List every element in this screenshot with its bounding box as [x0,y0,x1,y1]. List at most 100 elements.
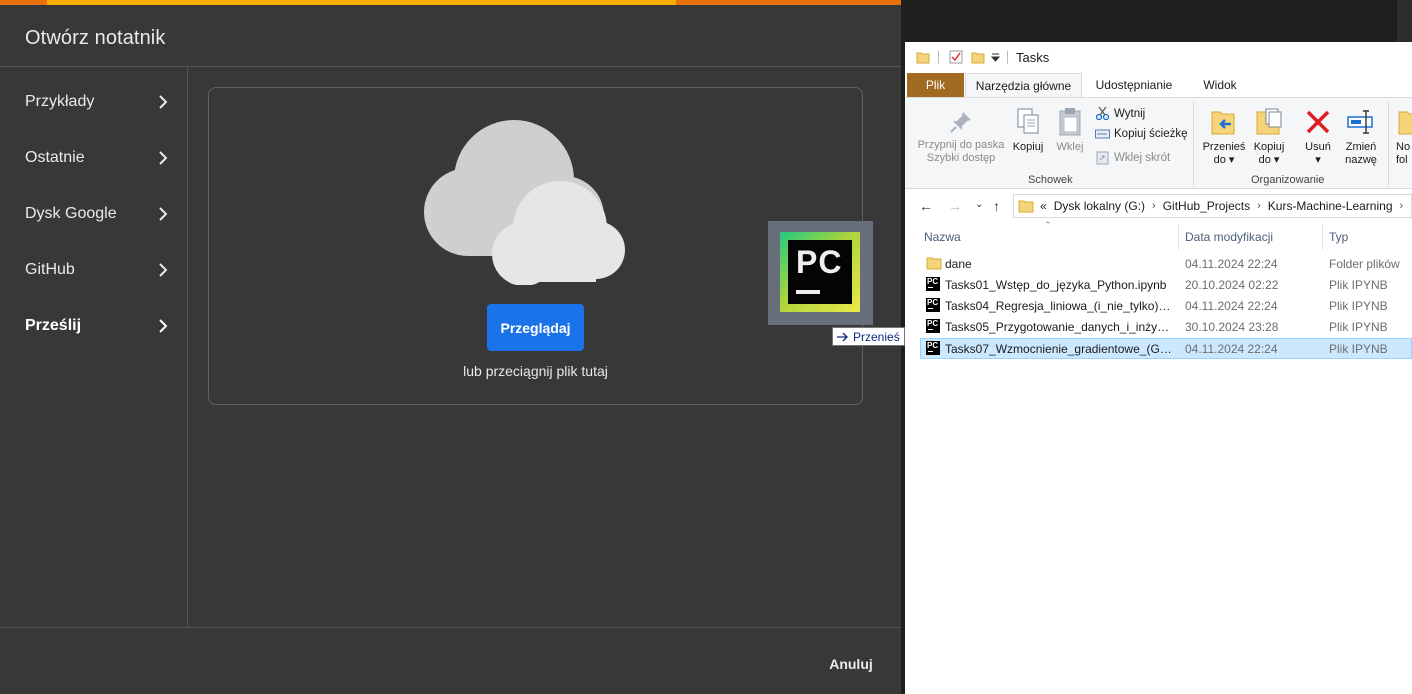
file-name: Tasks04_Regresja_liniowa_(i_nie_tylko).i… [945,299,1173,313]
file-type: Plik IPYNB [1329,278,1388,292]
file-type: Folder plików [1329,257,1400,271]
up-arrow-icon[interactable]: ↑ [993,198,1000,214]
file-row[interactable]: PC Tasks07_Wzmocnienie_gradientowe_(Gra..… [920,338,1412,359]
nav-item-examples[interactable]: Przykłady [0,74,187,130]
file-date: 20.10.2024 02:22 [1185,278,1279,292]
column-type[interactable]: Typ [1329,230,1348,244]
file-name: dane [945,257,972,271]
tab-file[interactable]: Plik [907,73,964,97]
nav-item-label: Ostatnie [25,149,85,166]
file-drop-zone[interactable]: Przeglądaj lub przeciągnij plik tutaj [208,87,863,405]
drag-ghost-image: PC [768,221,873,325]
pycharm-file-icon: PC [780,232,860,312]
tab-home[interactable]: Narzędzia główne [965,73,1082,98]
back-arrow-icon[interactable]: ← [919,198,933,214]
chevron-right-icon [159,151,168,165]
properties-icon[interactable] [949,50,963,64]
breadcrumb-kurs-machine-learning[interactable]: Kurs-Machine-Learning [1268,199,1393,213]
folder-icon [1018,200,1034,213]
copy-button[interactable]: Kopiuj [1009,106,1047,154]
upload-progress-bar [0,0,901,5]
move-to-button[interactable]: Przenieś do ▾ [1201,106,1247,167]
file-date: 04.11.2024 22:24 [1185,257,1278,271]
chevron-down-icon: ▾ [1228,154,1235,166]
file-name: Tasks07_Wzmocnienie_gradientowe_(Gra... [945,342,1173,356]
rename-icon [1347,110,1373,134]
open-notebook-dialog: Otwórz notatnik Przykłady Ostatnie Dysk … [0,0,901,694]
divider [0,627,901,628]
column-name[interactable]: Nazwa [924,230,961,244]
divider [187,67,188,627]
file-type: Plik IPYNB [1329,320,1388,334]
drag-tooltip-label: Przenieś [853,329,900,344]
breadcrumb-github-projects[interactable]: GitHub_Projects [1163,199,1250,213]
window-title: Tasks [1016,50,1050,65]
tab-view[interactable]: Widok [1196,73,1244,97]
file-type: Plik IPYNB [1329,299,1388,313]
rename-button[interactable]: Zmień nazwę [1343,106,1379,167]
recent-locations-chevron-icon[interactable]: ⌄ [975,199,983,210]
nav-item-github[interactable]: GitHub [0,242,187,298]
folder-icon [926,256,942,273]
drop-hint-text: lub przeciągnij plik tutaj [463,363,608,379]
pycharm-file-icon: PC [926,298,940,312]
pycharm-file-icon: PC [926,319,940,333]
file-type: Plik IPYNB [1329,342,1388,356]
copy-to-button[interactable]: Kopiuj do ▾ [1247,106,1291,167]
address-overflow[interactable]: « [1040,199,1047,213]
source-nav: Przykłady Ostatnie Dysk Google GitHub Pr… [0,74,187,354]
file-list: dane 04.11.2024 22:24 Folder plików PC Tasks… [905,254,1412,359]
scissors-icon [1095,106,1110,121]
pycharm-file-icon: PC [926,341,940,355]
cut-button[interactable]: Wytnij [1095,106,1145,121]
copy-path-button[interactable]: Kopiuj ścieżkę [1095,128,1188,140]
new-folder-icon [1398,111,1412,135]
column-date-modified[interactable]: Data modyfikacji [1185,230,1273,244]
tab-share[interactable]: Udostępnianie [1088,73,1180,97]
paste-icon [1059,108,1081,136]
delete-button[interactable]: Usuń ▾ [1301,106,1335,167]
file-row[interactable]: PC Tasks01_Wstęp_do_języka_Python.ipynb 20… [920,275,1412,296]
address-bar[interactable]: « Dysk lokalny (G:) › GitHub_Projects › … [1013,194,1412,218]
delete-x-icon [1306,110,1330,134]
chevron-right-icon [159,207,168,221]
file-date: 30.10.2024 23:28 [1185,320,1279,334]
chevron-right-icon [159,95,168,109]
pycharm-icon-text: PC [796,244,843,280]
nav-item-recent[interactable]: Ostatnie [0,130,187,186]
browse-button[interactable]: Przeglądaj [487,304,584,351]
copy-to-folder-icon [1256,108,1282,135]
file-date: 04.11.2024 22:24 [1185,299,1278,313]
breadcrumb-chevron-icon[interactable]: › [1152,200,1156,212]
file-row[interactable]: PC Tasks04_Regresja_liniowa_(i_nie_tylko)… [920,296,1412,317]
nav-item-google-drive[interactable]: Dysk Google [0,186,187,242]
chevron-down-icon: ▾ [1315,154,1321,166]
pin-to-quick-access-button[interactable]: Przypnij do paska Szybki dostęp [913,108,1009,165]
file-row[interactable]: dane 04.11.2024 22:24 Folder plików [920,254,1412,275]
new-folder-icon[interactable] [971,50,985,64]
dialog-title: Otwórz notatnik [25,27,166,49]
drag-move-tooltip: Przenieś [832,327,905,346]
breadcrumb-chevron-icon[interactable]: › [1257,200,1261,212]
file-name: Tasks05_Przygotowanie_danych_i_inżynie..… [945,320,1173,334]
breadcrumb-chevron-icon[interactable]: › [1400,200,1404,212]
paste-button[interactable]: Wklej [1053,106,1087,154]
ribbon: Przypnij do paska Szybki dostęp Kopiuj W… [905,97,1412,189]
nav-item-label: Dysk Google [25,205,117,222]
paste-shortcut-icon [1096,151,1109,165]
new-folder-button[interactable]: No fol [1396,106,1412,167]
move-to-folder-icon [1211,111,1235,135]
customize-quick-access-icon[interactable] [991,53,1000,62]
nav-item-label: Przykłady [25,93,95,110]
copy-path-icon [1095,129,1110,139]
folder-icon [916,52,930,64]
cancel-button[interactable]: Anuluj [822,652,880,676]
nav-item-label: Prześlij [25,317,82,334]
chevron-down-icon: ▾ [1273,154,1280,166]
forward-arrow-icon[interactable]: → [948,198,962,214]
nav-item-upload[interactable]: Prześlij [0,298,187,354]
copy-icon [1017,108,1039,134]
breadcrumb-drive[interactable]: Dysk lokalny (G:) [1054,199,1145,213]
file-row[interactable]: PC Tasks05_Przygotowanie_danych_i_inżynie… [920,317,1412,338]
paste-shortcut-button[interactable]: Wklej skrót [1095,150,1170,165]
